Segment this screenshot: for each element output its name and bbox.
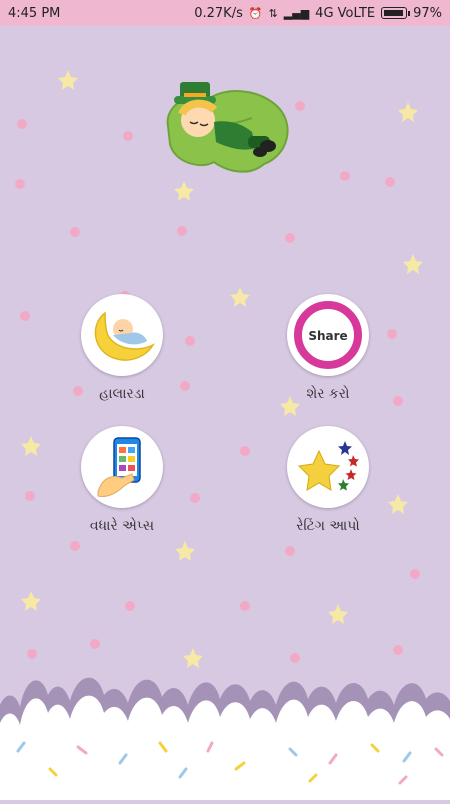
dot — [295, 101, 305, 111]
sleeping-boy-illustration — [160, 78, 296, 186]
menu-item-more-apps[interactable]: વધારે એપ્સ — [62, 426, 182, 534]
more-apps-button[interactable] — [81, 426, 163, 508]
alarm-icon: ⏰ — [248, 6, 263, 20]
menu-item-share[interactable]: Share શેર કરો — [268, 294, 388, 402]
star-icon — [398, 102, 418, 122]
menu-item-rate[interactable]: રેટિંગ આપો — [268, 426, 388, 534]
star-icon — [21, 436, 41, 456]
dot — [123, 131, 133, 141]
phone-hand-icon — [97, 437, 141, 497]
dot — [393, 396, 403, 406]
dot — [25, 491, 35, 501]
battery-icon — [381, 7, 411, 19]
data-arrows-icon: ⇅ — [268, 6, 278, 20]
bottom-clouds — [0, 665, 450, 800]
menu-label: હાલારડા — [99, 386, 145, 402]
star-icon — [21, 591, 41, 611]
rate-button[interactable] — [287, 426, 369, 508]
dot — [185, 336, 195, 346]
dot — [70, 541, 80, 551]
dot — [15, 179, 25, 189]
star-icon — [58, 70, 78, 90]
star-icon — [230, 287, 250, 307]
menu-label: વધારે એપ્સ — [89, 518, 155, 534]
dot — [90, 639, 100, 649]
status-time: 4:45 PM — [8, 5, 61, 21]
dot — [190, 493, 200, 503]
share-button[interactable]: Share — [287, 294, 369, 376]
dot — [410, 569, 420, 579]
dot — [177, 226, 187, 236]
dot — [20, 311, 30, 321]
dot — [240, 601, 250, 611]
dot — [125, 601, 135, 611]
lullaby-button[interactable] — [81, 294, 163, 376]
dot — [27, 649, 37, 659]
dot — [387, 329, 397, 339]
net-speed: 0.27K/s — [194, 5, 243, 21]
dot — [285, 233, 295, 243]
dot — [290, 653, 300, 663]
network-type: 4G VoLTE — [315, 5, 376, 21]
star-icon — [388, 494, 408, 514]
signal-icon: ▂▄▆ — [283, 6, 310, 20]
status-right: 0.27K/s ⏰ ⇅ ▂▄▆ 4G VoLTE 97% — [194, 6, 442, 21]
menu-item-lullaby[interactable]: હાલારડા — [62, 294, 182, 402]
moon-baby-icon — [94, 311, 155, 361]
dot — [17, 119, 27, 129]
dot — [385, 177, 395, 187]
star-icon — [403, 254, 423, 274]
status-bar: 4:45 PM 0.27K/s ⏰ ⇅ ▂▄▆ 4G VoLTE 97% — [0, 0, 450, 26]
menu-label: શેર કરો — [306, 386, 350, 402]
dot — [393, 645, 403, 655]
dot — [340, 171, 350, 181]
share-icon: Share — [294, 301, 362, 369]
star-icon — [328, 604, 348, 624]
dot — [285, 546, 295, 556]
star-icon — [175, 541, 195, 561]
stars-icon — [297, 441, 359, 491]
dot — [240, 446, 250, 456]
menu-label: રેટિંગ આપો — [296, 518, 360, 534]
dot — [70, 227, 80, 237]
battery-percent: 97% — [413, 5, 442, 21]
share-icon-text: Share — [308, 329, 347, 343]
